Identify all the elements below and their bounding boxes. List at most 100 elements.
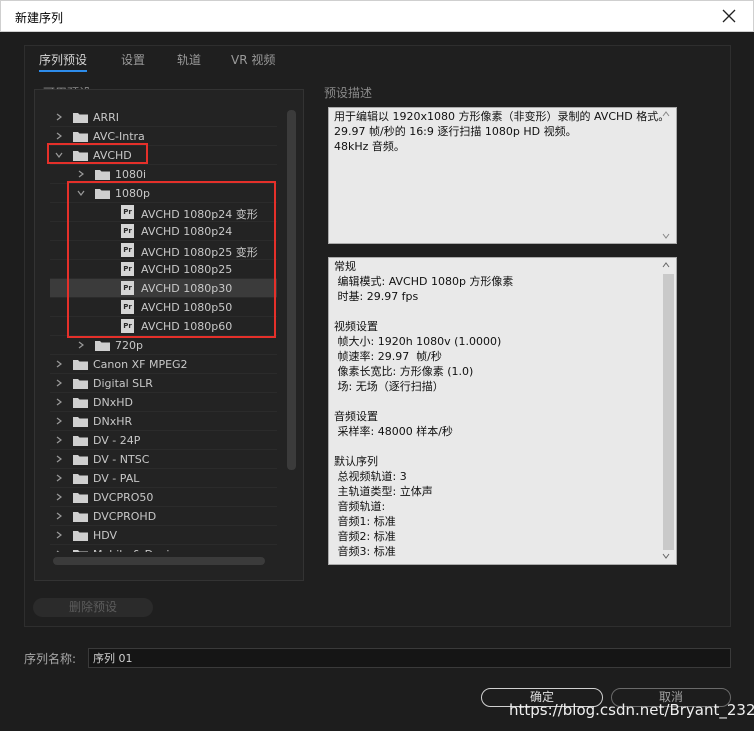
tree-preset-row[interactable]: Pr AVCHD 1080p25 — [50, 260, 277, 279]
details-line: 音频1: 标准 — [334, 515, 396, 528]
preset-file-icon: Pr — [121, 300, 134, 314]
chevron-right-icon[interactable] — [76, 169, 86, 179]
folder-icon — [73, 151, 88, 161]
sequence-name-label: 序列名称: — [24, 652, 77, 666]
tree-row-label: DVCPROHD — [93, 510, 157, 523]
details-line: 视频设置 — [334, 320, 378, 333]
tree-vertical-scrollbar[interactable] — [287, 110, 296, 470]
scroll-up-icon[interactable] — [662, 261, 670, 269]
folder-icon — [73, 455, 88, 465]
chevron-right-icon[interactable] — [76, 340, 86, 350]
folder-icon — [95, 189, 110, 199]
tree-folder-row[interactable]: 1080p — [50, 184, 277, 203]
scroll-up-icon[interactable] — [662, 110, 670, 118]
folder-icon — [73, 360, 88, 370]
details-line: 编辑模式: AVCHD 1080p 方形像素 — [334, 275, 514, 288]
details-line: 常规 — [334, 260, 356, 273]
chevron-right-icon[interactable] — [54, 397, 64, 407]
tree-folder-row[interactable]: HDV — [50, 526, 277, 545]
tree-row-label: 1080i — [115, 168, 147, 181]
details-line: 默认序列 — [334, 455, 378, 468]
chevron-right-icon[interactable] — [54, 112, 64, 122]
details-scrollbar-thumb[interactable] — [663, 274, 674, 550]
chevron-right-icon[interactable] — [54, 359, 64, 369]
chevron-right-icon[interactable] — [54, 511, 64, 521]
tree-folder-row[interactable]: 1080i — [50, 165, 277, 184]
tree-preset-row[interactable]: Pr AVCHD 1080p50 — [50, 298, 277, 317]
chevron-right-icon[interactable] — [54, 473, 64, 483]
scroll-down-icon[interactable] — [662, 232, 670, 240]
scroll-down-icon[interactable] — [662, 552, 670, 560]
presets-panel: ARRI AVC-Intra AVCHD 1080i 1080p Pr AVCHD 1080… — [34, 89, 304, 581]
tree-row-label: DV - NTSC — [93, 453, 150, 466]
tree-folder-row[interactable]: DV - 24P — [50, 431, 277, 450]
chevron-down-icon[interactable] — [54, 150, 64, 160]
tree-row-label: AVCHD 1080p25 变形 — [141, 246, 258, 259]
preset-file-icon: Pr — [121, 319, 134, 333]
details-line: 像素长宽比: 方形像素 (1.0) — [334, 365, 474, 378]
folder-icon — [73, 512, 88, 522]
tree-folder-row[interactable]: DVCPROHD — [50, 507, 277, 526]
folder-icon — [73, 132, 88, 142]
preset-description: 用于编辑以 1920x1080 方形像素（非变形）录制的 AVCHD 格式。 2… — [328, 107, 677, 244]
chevron-right-icon[interactable] — [54, 454, 64, 464]
chevron-right-icon[interactable] — [54, 131, 64, 141]
tree-row-label: AVCHD 1080p24 — [141, 225, 233, 238]
tab-settings[interactable]: 设置 — [121, 51, 145, 68]
tree-folder-row[interactable]: DV - NTSC — [50, 450, 277, 469]
tree-folder-row[interactable]: AVCHD — [50, 146, 277, 165]
details-line — [334, 394, 671, 409]
tree-preset-row[interactable]: Pr AVCHD 1080p25 变形 — [50, 241, 277, 260]
tree-folder-row[interactable]: DNxHD — [50, 393, 277, 412]
tree-preset-row[interactable]: Pr AVCHD 1080p24 — [50, 222, 277, 241]
details-line: 音频3: 标准 — [334, 545, 396, 558]
tree-folder-row[interactable]: Mobile & Devices — [50, 545, 277, 552]
chevron-down-icon[interactable] — [76, 188, 86, 198]
tree-row-label: 1080p — [115, 187, 150, 200]
tree-folder-row[interactable]: AVC-Intra — [50, 127, 277, 146]
tree-folder-row[interactable]: 720p — [50, 336, 277, 355]
details-line: 帧大小: 1920h 1080v (1.0000) — [334, 335, 502, 348]
tree-folder-row[interactable]: Digital SLR — [50, 374, 277, 393]
close-icon — [722, 9, 736, 23]
tree-row-label: Mobile & Devices — [93, 548, 188, 552]
tree-folder-row[interactable]: DVCPRO50 — [50, 488, 277, 507]
preset-file-icon: Pr — [121, 205, 134, 219]
tree-folder-row[interactable]: DV - PAL — [50, 469, 277, 488]
tree-folder-row[interactable]: Canon XF MPEG2 — [50, 355, 277, 374]
details-line: 主轨道类型: 立体声 — [334, 485, 433, 498]
tree-folder-row[interactable]: DNxHR — [50, 412, 277, 431]
details-line: 场: 无场（逐行扫描） — [334, 380, 444, 393]
chevron-right-icon[interactable] — [54, 549, 64, 552]
tree-row-label: DV - 24P — [93, 434, 141, 447]
tree-preset-row[interactable]: Pr AVCHD 1080p60 — [50, 317, 277, 336]
preset-tree[interactable]: ARRI AVC-Intra AVCHD 1080i 1080p Pr AVCHD 1080… — [50, 108, 277, 552]
tab-vr-video[interactable]: VR 视频 — [231, 51, 275, 68]
chevron-right-icon[interactable] — [54, 378, 64, 388]
tree-preset-row[interactable]: Pr AVCHD 1080p24 变形 — [50, 203, 277, 222]
tree-folder-row[interactable]: ARRI — [50, 108, 277, 127]
details-line — [334, 304, 671, 319]
tab-sequence-presets[interactable]: 序列预设 — [39, 51, 88, 72]
chevron-right-icon[interactable] — [54, 530, 64, 540]
chevron-right-icon[interactable] — [54, 492, 64, 502]
tab-tracks[interactable]: 轨道 — [177, 51, 201, 68]
details-line: 总视频轨道: 3 — [334, 470, 407, 483]
tree-row-label: AVCHD 1080p60 — [141, 320, 233, 333]
folder-icon — [73, 531, 88, 541]
tree-horizontal-scrollbar[interactable] — [53, 557, 265, 565]
preset-description-label: 预设描述 — [324, 86, 373, 100]
delete-preset-button[interactable]: 删除预设 — [33, 598, 153, 617]
close-button[interactable] — [719, 5, 739, 27]
tree-row-label: Digital SLR — [93, 377, 153, 390]
tree-row-label: DV - PAL — [93, 472, 140, 485]
chevron-right-icon[interactable] — [54, 435, 64, 445]
watermark: https://blog.csdn.net/Bryant_2324 — [509, 701, 754, 719]
chevron-right-icon[interactable] — [54, 416, 64, 426]
folder-icon — [95, 341, 110, 351]
sequence-name-input[interactable] — [88, 648, 731, 668]
tree-row-label: AVCHD 1080p24 变形 — [141, 208, 258, 221]
tree-preset-row[interactable]: Pr AVCHD 1080p30 — [50, 279, 277, 298]
preset-file-icon: Pr — [121, 224, 134, 238]
preset-file-icon: Pr — [121, 243, 134, 257]
